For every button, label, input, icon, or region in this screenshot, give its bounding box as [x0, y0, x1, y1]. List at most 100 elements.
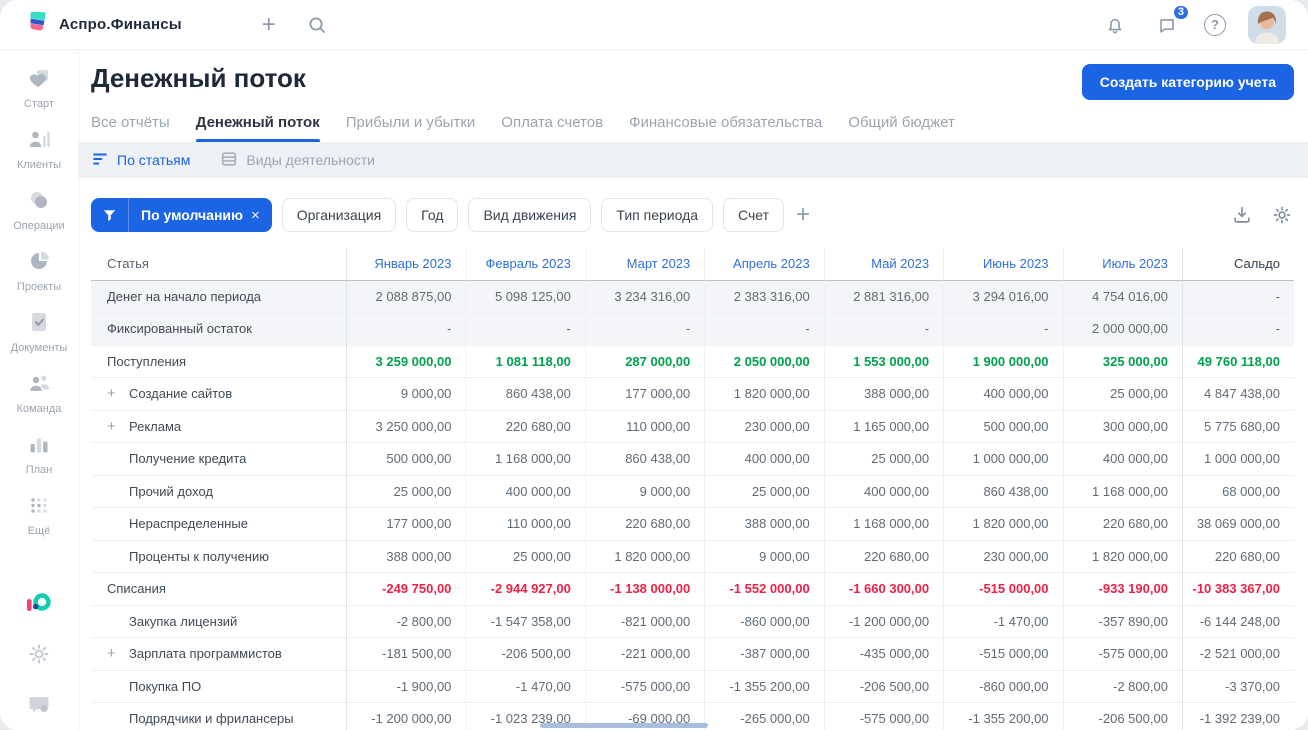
- value-cell: 1 168 000,00: [465, 443, 585, 476]
- brand-logo-icon: [24, 9, 50, 40]
- table-settings-gear-icon[interactable]: [1270, 203, 1294, 227]
- view-tab-activity-types[interactable]: Виды деятельности: [220, 150, 375, 171]
- value-cell: 230 000,00: [943, 540, 1063, 573]
- sidebar-item-operations[interactable]: Операции: [13, 188, 65, 232]
- saldo-cell: 4 847 438,00: [1181, 378, 1294, 411]
- filter-button-1[interactable]: Год: [406, 198, 459, 232]
- messages-icon[interactable]: 3: [1152, 3, 1190, 40]
- filter-button-4[interactable]: Счет: [723, 198, 785, 232]
- active-filter-chip[interactable]: По умолчанию ×: [91, 198, 272, 232]
- clear-filter-icon[interactable]: ×: [249, 207, 272, 224]
- horizontal-scrollbar-thumb[interactable]: [540, 723, 708, 728]
- sidebar-item-clients[interactable]: Клиенты: [17, 127, 61, 171]
- value-cell: 860 438,00: [584, 443, 705, 476]
- row-label-cell: Подрядчики и фрилансеры: [91, 703, 346, 730]
- value-cell: -1 470,00: [943, 605, 1063, 638]
- column-header-4[interactable]: Апрель 2023: [704, 248, 824, 281]
- filter-funnel-icon: [91, 198, 129, 232]
- value-cell: 325 000,00: [1062, 345, 1182, 378]
- quick-add-button[interactable]: +: [254, 10, 284, 40]
- row-label-cell: Списания: [91, 573, 346, 606]
- value-cell: 110 000,00: [465, 508, 585, 541]
- column-header-7[interactable]: Июль 2023: [1062, 248, 1182, 281]
- value-cell: 1 900 000,00: [943, 345, 1063, 378]
- column-header-3[interactable]: Март 2023: [584, 248, 705, 281]
- notifications-bell-icon[interactable]: [1100, 10, 1130, 40]
- column-header-1[interactable]: Январь 2023: [346, 248, 466, 281]
- row-label: Денег на начало периода: [107, 288, 262, 304]
- row-label: Покупка ПО: [129, 678, 202, 694]
- activity-types-icon: [220, 150, 238, 171]
- sidebar-item-team[interactable]: Команда: [17, 371, 61, 415]
- expand-row-icon[interactable]: +: [107, 385, 129, 402]
- tab-2[interactable]: Прибыли и убытки: [346, 114, 476, 142]
- table-row[interactable]: Денег на начало периода 2 088 875,00 5 098…: [91, 280, 1294, 313]
- start-icon: [27, 66, 51, 95]
- table-row[interactable]: Проценты к получению 388 000,00 25 000,00 1…: [91, 540, 1294, 573]
- saldo-cell: -1 392 239,00: [1181, 703, 1294, 730]
- filter-button-0[interactable]: Организация: [281, 198, 397, 232]
- filter-button-3[interactable]: Тип периода: [601, 198, 714, 232]
- saldo-cell: -3 370,00: [1181, 670, 1294, 703]
- table-row[interactable]: + Создание сайтов 9 000,00 860 438,00 177 00…: [91, 378, 1294, 411]
- sidebar-nav: Старт Клиенты Операции Проекты Документы Кома…: [11, 66, 67, 554]
- value-cell: 2 088 875,00: [346, 280, 466, 313]
- value-cell: 3 250 000,00: [346, 410, 466, 443]
- table-row[interactable]: Нераспределенные 177 000,00 110 000,00 220 …: [91, 508, 1294, 541]
- row-label: Списания: [107, 581, 166, 597]
- table-row[interactable]: + Зарплата программистов -181 500,00 -206 5…: [91, 638, 1294, 671]
- column-header-6[interactable]: Июнь 2023: [943, 248, 1063, 281]
- value-cell: -860 000,00: [943, 670, 1063, 703]
- app-window: Аспро.Финансы + 3 ? Старт Клиенты Операц…: [0, 0, 1308, 730]
- table-row[interactable]: Покупка ПО -1 900,00 -1 470,00 -575 000,00-…: [91, 670, 1294, 703]
- tab-1[interactable]: Денежный поток: [195, 114, 320, 142]
- sidebar-item-start[interactable]: Старт: [24, 66, 54, 110]
- user-avatar[interactable]: [1248, 5, 1286, 44]
- value-cell: 400 000,00: [823, 475, 944, 508]
- tab-5[interactable]: Общий бюджет: [848, 114, 955, 142]
- saldo-cell: -6 144 248,00: [1181, 605, 1294, 638]
- sidebar-item-plan[interactable]: План: [26, 432, 52, 476]
- table-row[interactable]: + Реклама 3 250 000,00 220 680,00 110 000,00…: [91, 410, 1294, 443]
- value-cell: 500 000,00: [346, 443, 466, 476]
- sidebar-item-label: Проекты: [16, 281, 62, 293]
- table-row[interactable]: Получение кредита 500 000,00 1 168 000,00 8…: [91, 443, 1294, 476]
- value-cell: -: [823, 313, 944, 346]
- page-header: Денежный поток Создать категорию учета В…: [79, 50, 1308, 142]
- column-header-5[interactable]: Май 2023: [823, 248, 944, 281]
- table-row[interactable]: Списания -249 750,00 -2 944 927,00 -1 138 0…: [91, 573, 1294, 606]
- export-download-icon[interactable]: [1230, 203, 1254, 227]
- value-cell: 3 294 016,00: [943, 280, 1063, 313]
- create-category-button[interactable]: Создать категорию учета: [1081, 64, 1294, 100]
- sidebar-item-documents[interactable]: Документы: [11, 310, 67, 354]
- view-tab-by-items[interactable]: По статьям: [91, 150, 190, 171]
- brand-name: Аспро.Финансы: [59, 16, 182, 33]
- value-cell: 287 000,00: [584, 345, 705, 378]
- table-row[interactable]: Поступления 3 259 000,00 1 081 118,00 287 0…: [91, 345, 1294, 378]
- value-cell: 4 754 016,00: [1062, 280, 1182, 313]
- settings-gear-icon[interactable]: [27, 642, 51, 666]
- add-filter-button[interactable]: +: [796, 203, 810, 227]
- table-row[interactable]: Закупка лицензий -2 800,00 -1 547 358,00 -8…: [91, 605, 1294, 638]
- expand-row-icon[interactable]: +: [107, 418, 129, 435]
- value-cell: -206 500,00: [823, 670, 944, 703]
- table-row[interactable]: Фиксированный остаток - - - - - -2 000 000,00-: [91, 313, 1294, 346]
- tab-3[interactable]: Оплата счетов: [501, 114, 603, 142]
- tab-0[interactable]: Все отчёты: [91, 114, 170, 142]
- value-cell: 25 000,00: [1062, 378, 1182, 411]
- sidebar-item-more[interactable]: Ещё: [27, 493, 51, 537]
- expand-row-icon[interactable]: +: [107, 645, 129, 662]
- sidebar-bottom: [26, 592, 53, 716]
- column-header-2[interactable]: Февраль 2023: [465, 248, 585, 281]
- value-cell: 1 081 118,00: [465, 345, 585, 378]
- sidebar-item-projects[interactable]: Проекты: [17, 249, 61, 293]
- value-cell: -265 000,00: [704, 703, 823, 730]
- app-colored-logo-icon[interactable]: [26, 592, 53, 616]
- support-chat-icon[interactable]: [27, 692, 51, 716]
- table-row[interactable]: Прочий доход 25 000,00 400 000,00 9 000,00 2…: [91, 475, 1294, 508]
- search-icon[interactable]: [302, 10, 332, 40]
- filter-button-2[interactable]: Вид движения: [468, 198, 592, 232]
- tab-4[interactable]: Финансовые обязательства: [629, 114, 822, 142]
- help-icon[interactable]: ?: [1204, 13, 1226, 36]
- row-label: Закупка лицензий: [129, 613, 238, 629]
